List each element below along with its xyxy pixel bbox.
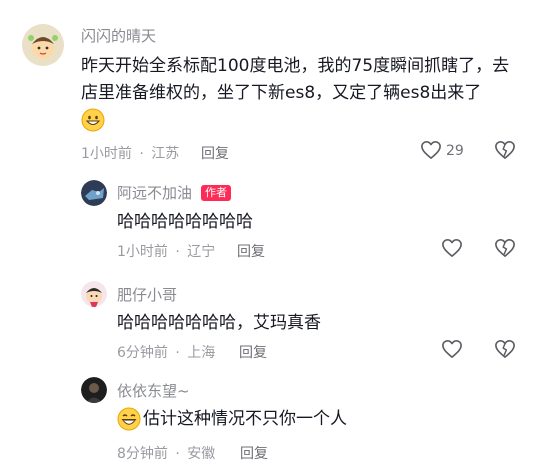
timestamp: 6分钟前 [117, 345, 168, 361]
location: 上海 [187, 345, 216, 361]
reply-button[interactable]: 回复 [239, 342, 267, 362]
avatar[interactable] [81, 180, 107, 206]
separator: · [175, 345, 180, 361]
reply-button[interactable]: 回复 [237, 241, 265, 261]
heart-icon[interactable] [420, 140, 442, 160]
username[interactable]: 肥仔小哥 [117, 284, 177, 305]
dislike-icon[interactable] [494, 339, 516, 359]
timestamp: 8分钟前 [117, 446, 168, 462]
comment-meta: 1小时前 · 江苏 [81, 143, 179, 163]
reply-meta: 1小时前 · 辽宁 [117, 241, 215, 261]
avatar[interactable] [81, 377, 107, 403]
username[interactable]: 阿远不加油 [117, 182, 192, 203]
dislike-icon[interactable] [494, 238, 516, 258]
separator: · [139, 146, 144, 162]
location: 辽宁 [187, 244, 216, 260]
reply-meta: 6分钟前 · 上海 [117, 342, 215, 362]
timestamp: 1小时前 [117, 244, 168, 260]
laugh-emoji-icon [117, 407, 141, 431]
reply-button[interactable]: 回复 [201, 143, 229, 163]
location: 江苏 [151, 146, 180, 162]
location: 安徽 [187, 446, 216, 462]
dislike-icon[interactable] [494, 140, 516, 160]
heart-icon[interactable] [441, 339, 463, 359]
username[interactable]: 闪闪的晴天 [81, 25, 156, 46]
author-badge: 作者 [201, 185, 231, 201]
like-count: 29 [446, 143, 464, 159]
username[interactable]: 依依东望~ [117, 380, 190, 401]
grin-emoji-icon [81, 108, 105, 132]
separator: · [175, 244, 180, 260]
reply-text: 哈哈哈哈哈哈哈哈 [117, 212, 253, 232]
avatar[interactable] [22, 24, 64, 66]
reply-button[interactable]: 回复 [240, 443, 268, 463]
separator: · [175, 446, 180, 462]
reply-text: 哈哈哈哈哈哈哈，艾玛真香 [117, 313, 321, 333]
reply-meta: 8分钟前 · 安徽 [117, 443, 215, 463]
comment-text-line1: 昨天开始全系标配100度电池，我的75度瞬间抓瞎了，去 [81, 56, 510, 76]
reply-text: 估计这种情况不只你一个人 [143, 409, 347, 429]
comment-text-line2: 店里准备维权的，坐了下新es8，又定了辆es8出来了 [81, 83, 482, 103]
timestamp: 1小时前 [81, 146, 132, 162]
avatar[interactable] [81, 281, 107, 307]
heart-icon[interactable] [441, 238, 463, 258]
